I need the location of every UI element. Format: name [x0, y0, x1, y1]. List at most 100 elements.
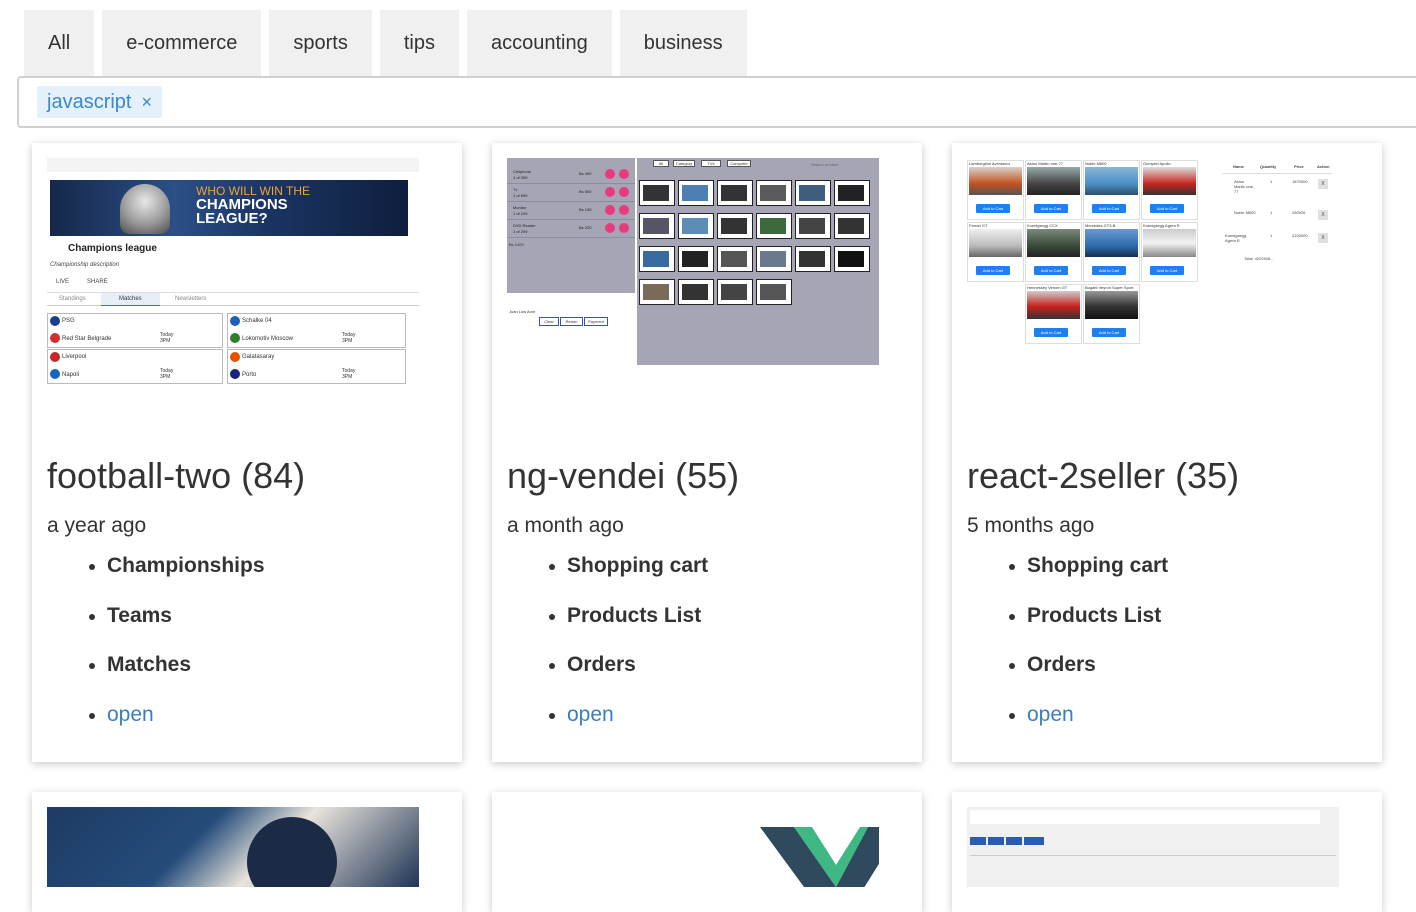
category-tabs: All e-commerce sports tips accounting bu… [24, 10, 747, 76]
product-cell: Ferrari GT Add to Cart [967, 222, 1024, 282]
match-time: Today 3PM [342, 332, 356, 344]
car-image [969, 229, 1022, 257]
product-cell: Koenigsegg Agera R Add to Cart [1141, 222, 1198, 282]
tab-accounting[interactable]: accounting [466, 10, 612, 76]
add-to-cart-button: Add to Cart [976, 266, 1010, 275]
product-cell: Aston Martin one-77 Add to Cart [1025, 160, 1082, 220]
edit-icon [605, 205, 615, 215]
tab-e-commerce[interactable]: e-commerce [102, 10, 262, 76]
product-tile [639, 213, 675, 239]
car-image [1143, 229, 1196, 257]
return-button: Return [560, 317, 583, 326]
red-star-logo-icon [50, 333, 60, 343]
napoli-logo-icon [50, 369, 60, 379]
project-card-ng-vendei: Cellphone 1 of 399 Bs 400 Tv 1 of 699 Bs… [492, 143, 922, 762]
product-tile [834, 246, 870, 272]
feature-item: Teams [89, 604, 265, 654]
product-cell: Gumpert Apollo Add to Cart [1141, 160, 1198, 220]
tab-all[interactable]: All [24, 10, 95, 76]
product-tile [795, 213, 831, 239]
payment-button: Payment [584, 317, 608, 326]
team-name: Liverpool [62, 354, 87, 360]
feature-item: Orders [1008, 653, 1168, 703]
product-tile [678, 279, 714, 305]
feature-item: Shopping cart [1008, 554, 1168, 604]
match-time: Today 3PM [160, 368, 174, 380]
product-tile [639, 279, 675, 305]
thumbnail-tabs: Standings Matches Newsletters [47, 292, 419, 306]
thumbnail-tab: Newsletters [175, 296, 207, 302]
project-thumbnail[interactable]: Lamborghini Aventador Add to Cart Aston … [967, 158, 1339, 385]
feature-item: Products List [548, 604, 708, 654]
product-cell: Noble M600 Add to Cart [1083, 160, 1140, 220]
product-tile [756, 180, 792, 206]
championship-description: Championship description [50, 262, 120, 268]
product-cell: Koenigsegg CCX Add to Cart [1025, 222, 1082, 282]
feature-list: Shopping cart Products List Orders open [1008, 554, 1168, 753]
tag-filter-input[interactable]: javascript × [17, 76, 1416, 128]
match-row: Liverpool Napoli Today 3PM [47, 349, 223, 384]
product-tile [678, 213, 714, 239]
add-to-cart-button: Add to Cart [1150, 204, 1184, 213]
open-link[interactable]: open [548, 703, 708, 753]
thumbnail-tab: Category [673, 160, 695, 167]
customer-name: Juan Luis Arce [509, 309, 536, 314]
psg-logo-icon [50, 316, 60, 326]
team-name: Porto [242, 372, 257, 378]
thumbnail-tab: TVs [701, 160, 721, 167]
tab-tips[interactable]: tips [379, 10, 459, 76]
project-thumbnail[interactable] [967, 807, 1339, 887]
project-card-football-two: WHO WILL WIN THE CHAMPIONS LEAGUE? Champ… [32, 143, 462, 762]
team-name: Galatasaray [242, 354, 275, 360]
tab-sports[interactable]: sports [269, 10, 372, 76]
tab-business[interactable]: business [619, 10, 747, 76]
team-name: PSG [62, 318, 75, 324]
match-row: PSG Red Star Belgrade Today 3PM [47, 313, 223, 348]
add-to-cart-button: Add to Cart [1092, 266, 1126, 275]
car-image [1027, 291, 1080, 319]
cart-panel: Cellphone 1 of 399 Bs 400 Tv 1 of 699 Bs… [507, 158, 635, 293]
match-row: Galatasaray Porto Today 3PM [227, 349, 406, 384]
project-date: a year ago [47, 514, 147, 537]
porto-logo-icon [230, 369, 240, 379]
project-thumbnail[interactable] [47, 807, 419, 887]
project-date: 5 months ago [967, 514, 1095, 537]
liverpool-logo-icon [50, 352, 60, 362]
project-thumbnail[interactable]: Cellphone 1 of 399 Bs 400 Tv 1 of 699 Bs… [507, 158, 879, 385]
car-image [1085, 229, 1138, 257]
project-thumbnail[interactable]: WHO WILL WIN THE CHAMPIONS LEAGUE? Champ… [47, 158, 419, 385]
product-tile [756, 213, 792, 239]
product-tile [717, 246, 753, 272]
product-tile [678, 180, 714, 206]
car-image [1085, 167, 1138, 195]
add-to-cart-button: Add to Cart [1150, 266, 1184, 275]
match-time: Today 3PM [342, 368, 356, 380]
feature-item: Matches [89, 653, 265, 703]
team-name: Schalke 04 [242, 318, 272, 324]
product-tile [795, 180, 831, 206]
cart-total: Bs 1400 [509, 242, 524, 247]
product-tile [717, 213, 753, 239]
open-link[interactable]: open [89, 703, 265, 753]
product-tile [834, 213, 870, 239]
remove-tag-icon[interactable]: × [141, 92, 152, 113]
feature-item: Shopping cart [548, 554, 708, 604]
open-link[interactable]: open [1008, 703, 1168, 753]
add-to-cart-button: Add to Cart [1034, 266, 1068, 275]
thumbnail-button [988, 837, 1004, 845]
clear-button: Clear [539, 317, 559, 326]
add-to-cart-button: Add to Cart [1034, 204, 1068, 213]
edit-icon [605, 169, 615, 179]
project-card [492, 792, 922, 912]
project-thumbnail[interactable] [507, 807, 879, 887]
lokomotiv-logo-icon [230, 333, 240, 343]
car-image [1143, 167, 1196, 195]
edit-icon [605, 187, 615, 197]
team-name: Napoli [62, 372, 80, 378]
person-photo [247, 817, 337, 887]
feature-item: Championships [89, 554, 265, 604]
feature-item: Orders [548, 653, 708, 703]
edit-icon [605, 223, 615, 233]
add-to-cart-button: Add to Cart [1092, 204, 1126, 213]
product-tile [795, 246, 831, 272]
